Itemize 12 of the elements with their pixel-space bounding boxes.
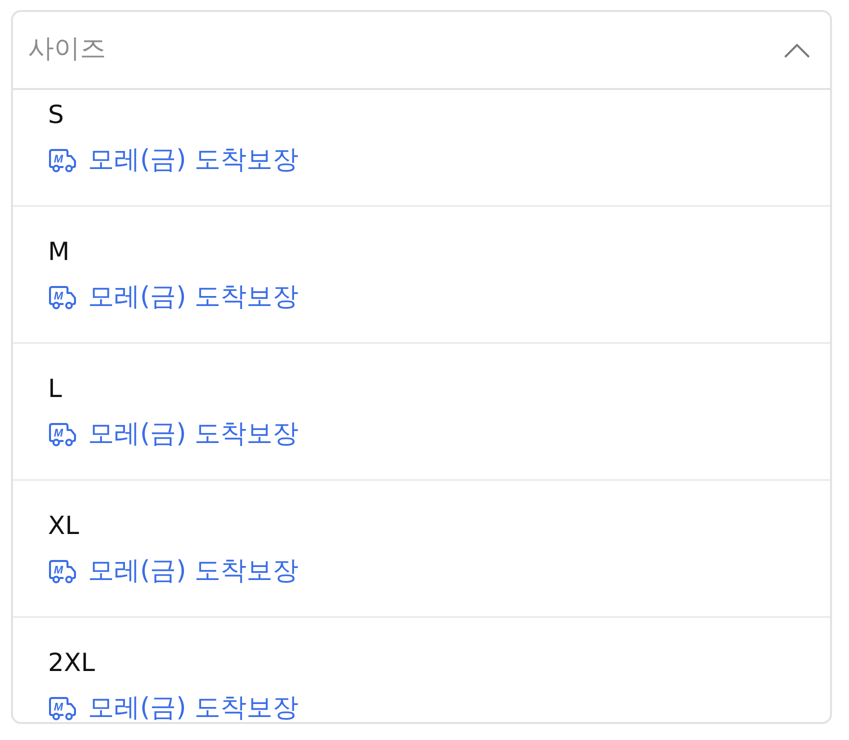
size-label: XL (48, 510, 80, 542)
delivery-text: 모레(금) 도착보장 (88, 418, 299, 451)
select-placeholder: 사이즈 (28, 34, 106, 66)
delivery-text: 모레(금) 도착보장 (88, 281, 299, 314)
size-label: M (48, 236, 70, 268)
chevron-up-icon (784, 42, 810, 58)
delivery-text: 모레(금) 도착보장 (88, 692, 299, 722)
size-label: 2XL (48, 647, 95, 679)
delivery-text: 모레(금) 도착보장 (88, 144, 299, 177)
size-label: S (48, 99, 64, 131)
size-label: L (48, 373, 62, 405)
delivery-text: 모레(금) 도착보장 (88, 555, 299, 588)
